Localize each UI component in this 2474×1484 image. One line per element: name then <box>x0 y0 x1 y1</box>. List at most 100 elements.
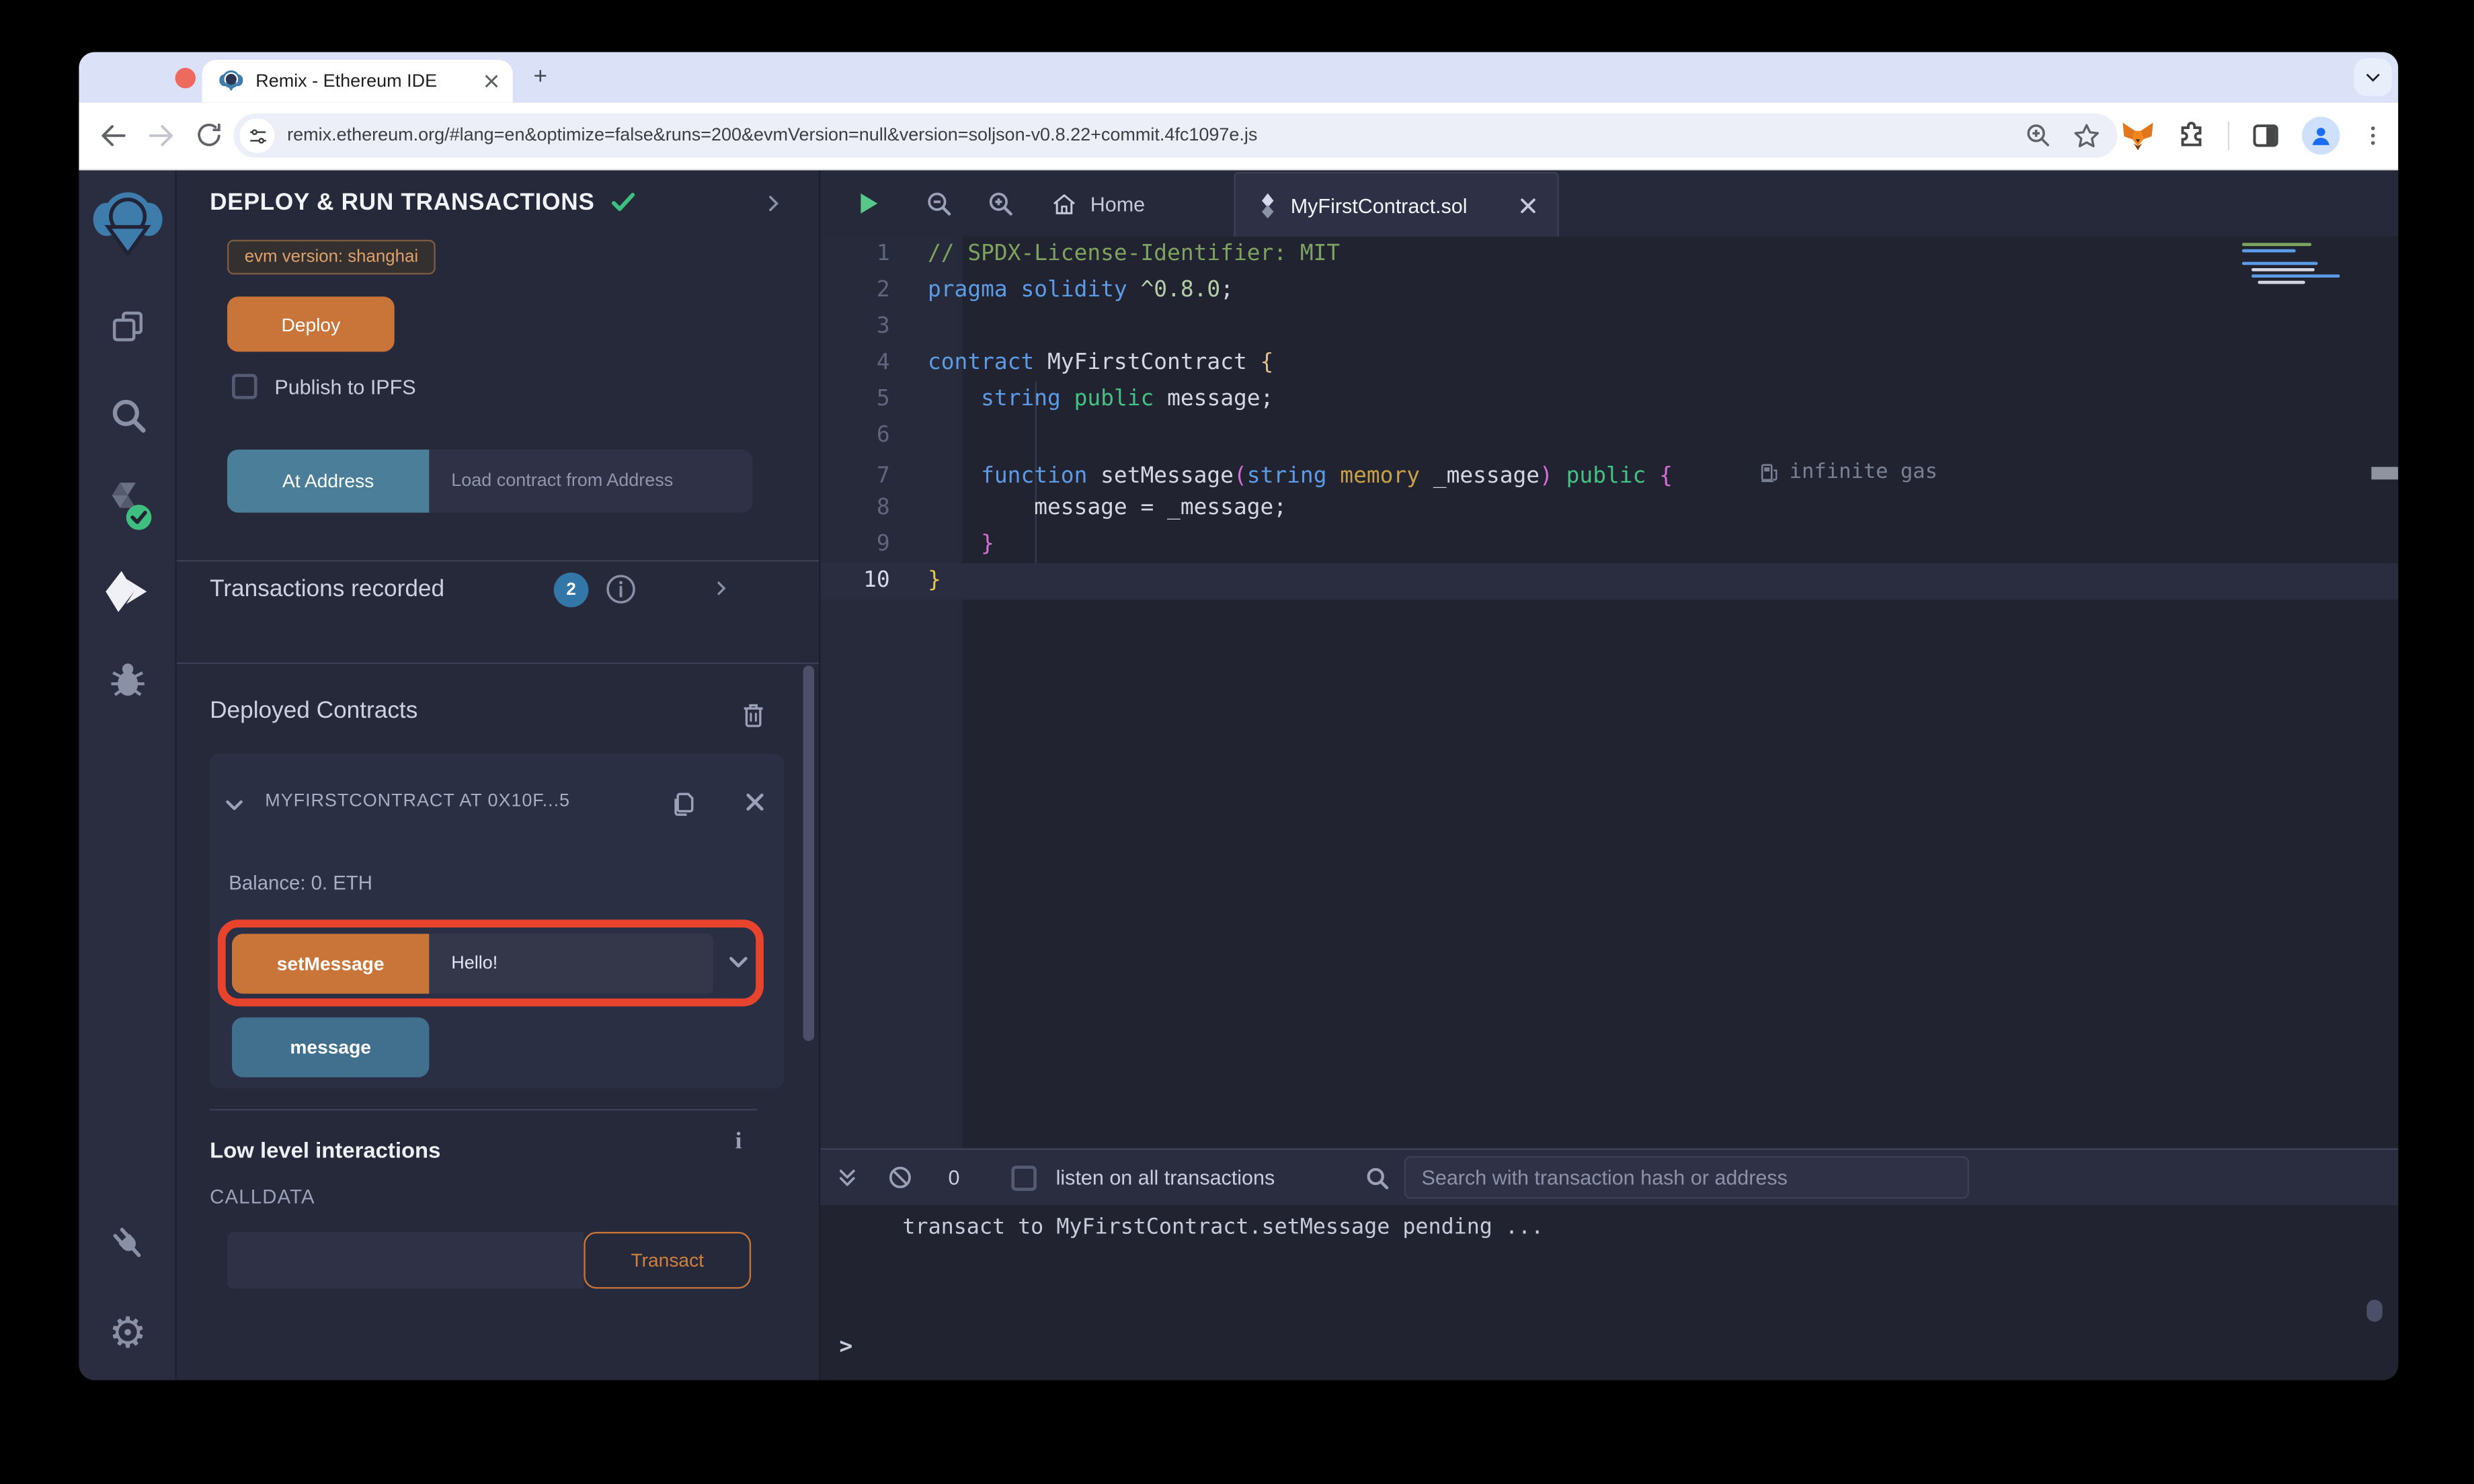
metamask-extension-icon[interactable] <box>2120 119 2155 152</box>
solidity-compiler-icon[interactable] <box>79 479 177 533</box>
evm-version-badge: evm version: shanghai <box>227 239 436 275</box>
zoom-page-icon[interactable] <box>2024 122 2052 150</box>
bookmark-star-icon[interactable] <box>2071 121 2102 151</box>
divider <box>176 560 820 562</box>
divider <box>210 1108 758 1111</box>
set-message-input[interactable] <box>429 934 713 994</box>
collapse-terminal-icon[interactable] <box>836 1165 859 1190</box>
browser-menu-icon[interactable] <box>2360 122 2386 150</box>
terminal-search-icon <box>1363 1163 1392 1192</box>
browser-toolbar: remix.ethereum.org/#lang=en&optimize=fal… <box>79 102 2399 171</box>
refresh-icon[interactable] <box>194 120 225 150</box>
deploy-button[interactable]: Deploy <box>227 296 395 352</box>
panel-title-row: DEPLOY & RUN TRANSACTIONS <box>210 188 637 216</box>
listen-transactions-checkbox[interactable] <box>1011 1165 1037 1190</box>
contract-collapse-chevron-icon[interactable] <box>223 795 246 816</box>
code-line[interactable]: 1// SPDX-License-Identifier: MIT <box>820 237 2398 273</box>
tab-title: Remix - Ethereum IDE <box>255 71 438 91</box>
code-line[interactable]: 5 string public message; <box>820 382 2398 418</box>
remove-contract-close-icon[interactable] <box>743 790 766 814</box>
set-message-button[interactable]: setMessage <box>231 934 430 994</box>
terminal-scrollbar-thumb[interactable] <box>2366 1299 2383 1322</box>
remix-favicon <box>219 69 243 93</box>
site-settings-icon[interactable] <box>239 118 275 153</box>
run-script-play-icon[interactable] <box>855 190 882 218</box>
terminal-log-line: transact to MyFirstContract.setMessage p… <box>902 1214 1544 1240</box>
url-bar[interactable]: remix.ethereum.org/#lang=en&optimize=fal… <box>233 113 2118 158</box>
settings-gear-icon[interactable]: ⚙ <box>79 1313 177 1355</box>
panel-expand-chevron-icon[interactable] <box>762 191 785 216</box>
forward-icon[interactable] <box>145 120 177 151</box>
clear-contracts-trash-icon[interactable] <box>738 699 768 732</box>
compile-success-check-icon <box>611 192 635 211</box>
copy-address-icon[interactable] <box>668 786 701 822</box>
set-message-dropdown-chevron-icon[interactable] <box>726 951 752 973</box>
terminal[interactable]: transact to MyFirstContract.setMessage p… <box>820 1205 2399 1380</box>
clear-console-icon[interactable] <box>887 1164 914 1191</box>
deploy-run-panel: DEPLOY & RUN TRANSACTIONS evm version: s… <box>176 170 821 1380</box>
tab-search-button[interactable] <box>2354 58 2392 97</box>
plugin-manager-icon[interactable] <box>79 1221 177 1266</box>
low-level-interactions-label: Low level interactions <box>210 1137 441 1163</box>
chevron-down-icon <box>2366 74 2380 82</box>
home-tab-label: Home <box>1090 192 1146 216</box>
calldata-label: CALLDATA <box>210 1186 315 1208</box>
zoom-out-icon[interactable] <box>924 190 955 220</box>
terminal-search-input[interactable] <box>1404 1156 1969 1199</box>
tab-myfirstcontract[interactable]: MyFirstContract.sol <box>1234 171 1559 237</box>
code-line[interactable]: 10} <box>820 563 2399 600</box>
url-text[interactable]: remix.ethereum.org/#lang=en&optimize=fal… <box>287 126 2024 145</box>
tab-close-icon[interactable] <box>484 74 498 88</box>
message-button[interactable]: message <box>231 1017 430 1077</box>
extensions-puzzle-icon[interactable] <box>2176 120 2207 151</box>
gas-estimate-annotation: infinite gas <box>1761 454 1938 491</box>
transactions-info-icon[interactable] <box>604 573 637 606</box>
activity-bar: ⚙ <box>79 170 177 1380</box>
code-line[interactable]: 8 message = _message; <box>820 491 2398 527</box>
screenshot-stage: Remix - Ethereum IDE + remix.ethereum.or… <box>0 0 2474 1484</box>
browser-tab[interactable]: Remix - Ethereum IDE <box>202 60 513 103</box>
terminal-prompt: > <box>839 1334 853 1360</box>
calldata-input[interactable] <box>227 1231 584 1289</box>
transactions-count-badge: 2 <box>553 572 589 608</box>
new-tab-button[interactable]: + <box>527 64 554 91</box>
home-icon <box>1053 193 1075 214</box>
tab-home[interactable]: Home <box>1051 170 1145 237</box>
panel-scrollbar-thumb[interactable] <box>803 665 815 1041</box>
low-level-info-icon[interactable]: i <box>735 1129 742 1156</box>
code-line[interactable]: 3 <box>820 309 2398 345</box>
editor-scrollbar-thumb[interactable] <box>2371 466 2399 480</box>
file-explorer-icon[interactable] <box>79 306 177 348</box>
transactions-expand-chevron-icon[interactable] <box>711 577 730 600</box>
search-icon[interactable] <box>79 395 177 437</box>
at-address-button[interactable]: At Address <box>227 449 430 513</box>
code-line[interactable]: 7 function setMessage(string memory _mes… <box>820 454 2398 491</box>
code-line[interactable]: 9 } <box>820 527 2398 563</box>
debugger-icon[interactable] <box>79 656 177 700</box>
editor-minimap[interactable] <box>2241 243 2359 299</box>
profile-avatar[interactable] <box>2302 116 2340 155</box>
remix-logo[interactable] <box>79 190 177 256</box>
publish-ipfs-checkbox[interactable] <box>231 374 257 399</box>
side-panel-icon[interactable] <box>2250 120 2282 151</box>
transact-button[interactable]: Transact <box>584 1231 752 1289</box>
deploy-run-icon[interactable] <box>79 568 177 615</box>
editor-tabbar: Home MyFirstContract.sol <box>820 170 2399 237</box>
contract-instance-label[interactable]: MYFIRSTCONTRACT AT 0X10F...5 <box>265 792 656 811</box>
terminal-toolbar: 0 listen on all transactions <box>820 1148 2399 1206</box>
contract-balance: Balance: 0. ETH <box>229 872 372 895</box>
code-editor[interactable]: 1// SPDX-License-Identifier: MIT 2 pragma … <box>820 237 2399 1149</box>
close-window-button[interactable] <box>175 67 196 89</box>
close-file-tab-icon[interactable] <box>1518 195 1539 216</box>
pending-count: 0 <box>948 1165 960 1190</box>
code-line[interactable]: 4 contract MyFirstContract { <box>820 345 2398 382</box>
divider <box>176 662 820 665</box>
toolbar-separator <box>2227 121 2230 150</box>
code-line[interactable]: 6 <box>820 418 2398 454</box>
load-address-input[interactable] <box>429 449 753 513</box>
panel-title: DEPLOY & RUN TRANSACTIONS <box>210 188 595 216</box>
zoom-in-icon[interactable] <box>986 190 1016 220</box>
code-line[interactable]: 2 pragma solidity ^0.8.0; <box>820 273 2398 309</box>
back-icon[interactable] <box>98 120 130 151</box>
solidity-file-icon <box>1262 192 1274 218</box>
